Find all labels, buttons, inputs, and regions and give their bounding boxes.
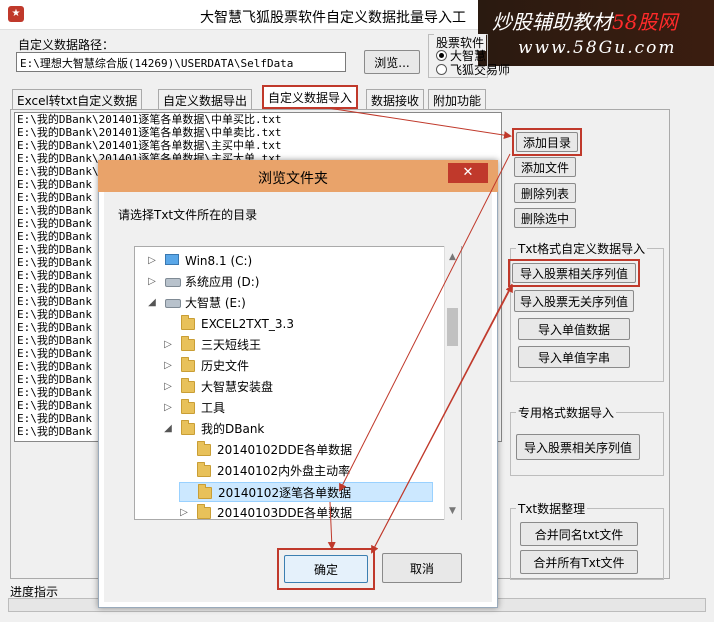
tab-export[interactable]: 自定义数据导出: [158, 89, 253, 109]
computer-icon: [165, 254, 179, 265]
tab-extra[interactable]: 附加功能: [428, 89, 487, 109]
tree-item[interactable]: ◢ 我的DBank: [163, 419, 433, 439]
tree-item-label: 20140102逐笔各单数据: [218, 486, 352, 500]
import-unrelated-button[interactable]: 导入股票无关序列值: [514, 290, 634, 312]
special-import-group-label: 专用格式数据导入: [516, 404, 617, 421]
tree-item[interactable]: ▷ 大智慧安装盘: [163, 377, 433, 397]
dialog-prompt: 请选择Txt文件所在的目录: [118, 208, 258, 222]
tree-item[interactable]: 20140102DDE各单数据: [179, 440, 433, 460]
add-file-button[interactable]: 添加文件: [514, 157, 576, 177]
ok-highlight: 确定: [277, 548, 375, 590]
chevron-right-icon[interactable]: ▷: [147, 251, 157, 271]
tree-item-label: EXCEL2TXT_3.3: [201, 317, 294, 331]
delete-selected-button[interactable]: 删除选中: [514, 208, 576, 228]
dialog-close-icon[interactable]: ✕: [448, 163, 488, 183]
tree-item-label: 系统应用 (D:): [185, 275, 260, 289]
chevron-right-icon[interactable]: ▷: [163, 398, 173, 418]
tree-item[interactable]: ▷ 系统应用 (D:): [147, 272, 433, 292]
radio-feihu[interactable]: [436, 64, 447, 75]
folder-icon: [181, 315, 195, 330]
tree-item[interactable]: ▷ 20140103DDE各单数据: [179, 503, 433, 520]
folder-tree[interactable]: ▷ Win8.1 (C:) ▷ 系统应用 (D:) ◢ 大智慧 (E:) EXCEL2TXT…: [134, 246, 462, 520]
file-list-item[interactable]: E:\我的DBank\201401逐笔各单数据\中单买比.txt: [15, 113, 501, 126]
import-related-button[interactable]: 导入股票相关序列值: [512, 263, 636, 283]
txt-organize-group-label: Txt数据整理: [516, 500, 588, 517]
chevron-expanded-icon[interactable]: ◢: [163, 419, 173, 439]
import-single-data-button[interactable]: 导入单值数据: [518, 318, 630, 340]
tree-item-label: 历史文件: [201, 359, 250, 373]
scroll-thumb[interactable]: [447, 308, 458, 346]
tree-item[interactable]: ◢ 大智慧 (E:): [147, 293, 433, 313]
folder-icon: [198, 484, 212, 499]
watermark-url: www.58Gu.com: [518, 38, 677, 58]
tree-item[interactable]: 20140102内外盘主动率: [179, 461, 433, 481]
chevron-right-icon[interactable]: ▷: [163, 377, 173, 397]
ok-button[interactable]: 确定: [284, 555, 368, 583]
tree-item-label: Win8.1 (C:): [185, 254, 253, 268]
file-list-item[interactable]: E:\我的DBank\201401逐笔各单数据\中单卖比.txt: [15, 126, 501, 139]
scroll-down-icon[interactable]: ▼: [448, 506, 457, 516]
chevron-right-icon[interactable]: ▷: [163, 356, 173, 376]
tab-excel-to-txt[interactable]: Excel转txt自定义数据: [12, 89, 143, 109]
window-title: 大智慧飞狐股票软件自定义数据批量导入工: [200, 10, 466, 26]
import-single-string-button[interactable]: 导入单值字串: [518, 346, 630, 368]
special-import-button[interactable]: 导入股票相关序列值: [516, 434, 640, 460]
drive-icon: [165, 278, 181, 287]
chevron-right-icon[interactable]: ▷: [147, 272, 157, 292]
folder-icon: [181, 420, 195, 435]
tree-item-label: 20140102DDE各单数据: [217, 443, 353, 457]
tree-scrollbar[interactable]: [444, 246, 461, 520]
folder-icon: [181, 336, 195, 351]
path-label: 自定义数据路径：: [18, 38, 115, 52]
chevron-expanded-icon[interactable]: ◢: [147, 293, 157, 313]
merge-same-name-button[interactable]: 合并同名txt文件: [520, 522, 638, 546]
folder-icon: [181, 378, 195, 393]
folder-icon: [181, 399, 195, 414]
scroll-up-icon[interactable]: ▲: [448, 252, 457, 262]
folder-icon: [181, 357, 195, 372]
tree-item[interactable]: ▷ 工具: [163, 398, 433, 418]
tree-item-label: 20140103DDE各单数据: [217, 506, 353, 520]
path-input[interactable]: E:\理想大智慧综合版(14269)\USERDATA\SelfData: [16, 52, 346, 72]
tree-item-label: 三天短线王: [201, 338, 262, 352]
dialog-title: 浏览文件夹: [258, 171, 328, 187]
folder-icon: [197, 441, 211, 456]
tab-import[interactable]: 自定义数据导入: [262, 85, 359, 109]
app-icon: ★: [8, 6, 24, 22]
tree-item-label: 大智慧 (E:): [185, 296, 246, 310]
merge-all-button[interactable]: 合并所有Txt文件: [520, 550, 638, 574]
cancel-button[interactable]: 取消: [382, 553, 462, 583]
add-directory-highlight: 添加目录: [512, 128, 582, 156]
radio-dazhihui[interactable]: [436, 50, 447, 61]
add-directory-button[interactable]: 添加目录: [516, 132, 578, 152]
tree-item-label: 工具: [201, 401, 226, 415]
radio-feihu-label[interactable]: 飞狐交易师: [450, 61, 510, 78]
import-related-highlight: 导入股票相关序列值: [508, 259, 640, 287]
tree-item-label: 20140102内外盘主动率: [217, 464, 351, 478]
delete-list-button[interactable]: 删除列表: [514, 183, 576, 203]
folder-icon: [197, 462, 211, 477]
chevron-right-icon[interactable]: ▷: [179, 503, 189, 519]
tree-item[interactable]: ▷ Win8.1 (C:): [147, 251, 433, 271]
browse-button[interactable]: 浏览...: [364, 50, 420, 74]
chevron-right-icon[interactable]: ▷: [163, 335, 173, 355]
tree-item[interactable]: ▷ 三天短线王: [163, 335, 433, 355]
tree-item[interactable]: ▷ 历史文件: [163, 356, 433, 376]
txt-import-group-label: Txt格式自定义数据导入: [516, 240, 648, 257]
file-list-item[interactable]: E:\我的DBank\201401逐笔各单数据\主买中单.txt: [15, 139, 501, 152]
watermark-title: 炒股辅助教材58股网: [492, 10, 678, 34]
folder-icon: [197, 504, 211, 519]
tree-item-label: 我的DBank: [201, 422, 265, 436]
watermark-banner: 炒股辅助教材58股网 www.58Gu.com: [478, 0, 714, 66]
drive-icon: [165, 299, 181, 308]
tree-item[interactable]: EXCEL2TXT_3.3: [163, 314, 433, 334]
tab-data-receive[interactable]: 数据接收: [366, 89, 425, 109]
tree-item[interactable]: 20140102逐笔各单数据: [179, 482, 433, 502]
tree-item-label: 大智慧安装盘: [201, 380, 274, 394]
